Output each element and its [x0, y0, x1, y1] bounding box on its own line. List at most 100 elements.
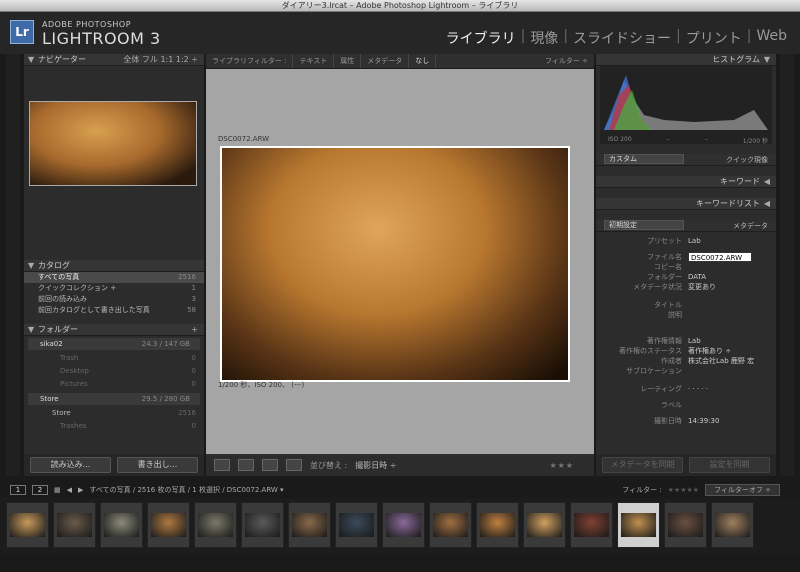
- collapse-triangle-icon: ▼: [28, 55, 35, 64]
- filter-preset-select[interactable]: フィルター ÷: [539, 54, 594, 68]
- brand-line1: ADOBE PHOTOSHOP: [42, 20, 132, 29]
- navigator-zoom-options[interactable]: 全体 フル 1:1 1:2 ÷: [123, 54, 198, 66]
- brand-line2: LIGHTROOM 3: [42, 29, 161, 48]
- navigator-header[interactable]: ▼ ナビゲーター 全体 フル 1:1 1:2 ÷: [24, 54, 204, 66]
- primary-window-button[interactable]: 1: [10, 485, 26, 495]
- module-library[interactable]: ライブラリ: [443, 28, 519, 48]
- sync-settings-button[interactable]: 設定を同期: [689, 457, 770, 473]
- filmstrip-thumbnail[interactable]: [147, 502, 190, 548]
- metadata-row: レーティング · · · · ·: [640, 385, 709, 393]
- metadata-row: 著作権のステータス 著作権あり ÷: [619, 347, 732, 355]
- library-filter-label: ライブラリフィルター :: [206, 54, 294, 68]
- histogram-header[interactable]: ヒストグラム ▼: [596, 54, 776, 66]
- thumbnail-image: [480, 513, 515, 537]
- import-button[interactable]: 読み込み...: [30, 457, 111, 473]
- main-photo[interactable]: [220, 146, 570, 382]
- quick-develop-header[interactable]: カスタム クイック現像: [596, 154, 776, 166]
- metadata-row: 撮影日時 14:39:30: [654, 417, 720, 425]
- metadata-row: コピー名: [654, 263, 682, 271]
- thumbnail-image: [527, 513, 562, 537]
- filter-text[interactable]: テキスト: [293, 54, 335, 68]
- filter-none[interactable]: なし: [409, 54, 437, 68]
- filmstrip-thumbnail[interactable]: [382, 502, 425, 548]
- filter-metadata[interactable]: メタデータ: [361, 54, 410, 68]
- folder-item[interactable]: Store 2516: [24, 407, 204, 420]
- filmstrip-thumbnail[interactable]: [429, 502, 472, 548]
- folders-header[interactable]: ▼ フォルダー +: [24, 324, 204, 336]
- grid-view-button[interactable]: [214, 459, 230, 471]
- source-path[interactable]: すべての写真 / 2516 枚の写真 / 1 枚選択 / DSC0072.ARW…: [89, 485, 283, 495]
- module-develop[interactable]: 現像: [527, 28, 561, 48]
- sync-metadata-button[interactable]: メタデータを同期: [602, 457, 683, 473]
- compare-view-button[interactable]: [262, 459, 278, 471]
- left-panel-toggle[interactable]: [6, 54, 20, 476]
- filmstrip-thumbnail[interactable]: [53, 502, 96, 548]
- filmstrip[interactable]: [0, 498, 800, 554]
- filmstrip-thumbnail[interactable]: [617, 502, 660, 548]
- window-title: ダイアリー3.lrcat – Adobe Photoshop Lightroom…: [281, 1, 519, 10]
- folder-item[interactable]: Pictures 0: [24, 378, 204, 391]
- folder-item[interactable]: Desktop 0: [24, 365, 204, 378]
- metadata-preset[interactable]: 初期設定: [604, 220, 684, 230]
- filmstrip-thumbnail[interactable]: [6, 502, 49, 548]
- catalog-all-photos[interactable]: すべての写真 2516: [24, 272, 204, 283]
- folder-item[interactable]: Trash 0: [24, 352, 204, 365]
- thumbnail-image: [104, 513, 139, 537]
- thumbnail-image: [245, 513, 280, 537]
- filmstrip-thumbnail[interactable]: [476, 502, 519, 548]
- keyword-list-header[interactable]: キーワードリスト ◀: [596, 198, 776, 210]
- volume-sika02[interactable]: sika02 24.3 / 147 GB: [28, 338, 200, 350]
- grid-icon[interactable]: ▦: [54, 486, 61, 494]
- right-panel-toggle[interactable]: [780, 54, 794, 476]
- metadata-header[interactable]: 初期設定 メタデータ: [596, 220, 776, 232]
- secondary-window-button[interactable]: 2: [32, 485, 48, 495]
- thumbnail-image: [339, 513, 374, 537]
- folder-item[interactable]: Trashes 0: [24, 420, 204, 433]
- thumbnail-image: [198, 513, 233, 537]
- quick-develop-preset[interactable]: カスタム: [604, 154, 684, 164]
- filmstrip-thumbnail[interactable]: [335, 502, 378, 548]
- catalog-previous-import[interactable]: 前回の読み込み 3: [24, 294, 204, 305]
- lightroom-logo: Lr: [10, 20, 34, 44]
- thumbnail-image: [57, 513, 92, 537]
- filmstrip-filter-label: フィルター :: [622, 486, 662, 494]
- module-slideshow[interactable]: スライドショー: [570, 28, 674, 48]
- export-button[interactable]: 書き出し...: [117, 457, 198, 473]
- module-print[interactable]: プリント: [683, 28, 745, 48]
- navigator-preview[interactable]: [24, 66, 204, 196]
- catalog-quick-collection[interactable]: クイックコレクション +1: [24, 283, 204, 294]
- rating-stars[interactable]: ★★★: [549, 461, 574, 470]
- filmstrip-filter-select[interactable]: フィルターオフ ÷: [705, 484, 780, 496]
- histogram[interactable]: ISO 200– –1/200 秒: [600, 66, 772, 145]
- thumbnail-image: [10, 513, 45, 537]
- left-panel: ▼ ナビゲーター 全体 フル 1:1 1:2 ÷ ▼ カタログ すべての写真 2516 …: [24, 54, 204, 454]
- volume-store[interactable]: Store 29.5 / 280 GB: [28, 393, 200, 405]
- filmstrip-thumbnail[interactable]: [664, 502, 707, 548]
- filmstrip-thumbnail[interactable]: [523, 502, 566, 548]
- keywording-header[interactable]: キーワード ◀: [596, 176, 776, 188]
- loupe-view[interactable]: ライブラリフィルター : テキスト 属性 メタデータ なし フィルター ÷ DS…: [206, 54, 594, 454]
- filmstrip-thumbnail[interactable]: [194, 502, 237, 548]
- metadata-row: プリセット Lab: [647, 237, 701, 245]
- filter-attribute[interactable]: 属性: [334, 54, 362, 68]
- sort-select[interactable]: 撮影日時 ÷: [355, 460, 396, 471]
- filmstrip-thumbnail[interactable]: [100, 502, 143, 548]
- catalog-previous-export[interactable]: 前回カタログとして書き出した写真 58: [24, 305, 204, 316]
- survey-view-button[interactable]: [286, 459, 302, 471]
- filmstrip-thumbnail[interactable]: [288, 502, 331, 548]
- window-titlebar: ダイアリー3.lrcat – Adobe Photoshop Lightroom…: [0, 0, 800, 12]
- module-picker: ライブラリ | 現像 | スライドショー | プリント | Web: [443, 28, 790, 48]
- filename-field[interactable]: DSC0072.ARW: [688, 252, 752, 262]
- catalog-header[interactable]: ▼ カタログ: [24, 260, 204, 272]
- filmstrip-thumbnail[interactable]: [570, 502, 613, 548]
- loupe-view-button[interactable]: [238, 459, 254, 471]
- back-arrow-icon[interactable]: ◀: [67, 486, 72, 494]
- filmstrip-thumbnail[interactable]: [711, 502, 754, 548]
- add-folder-icon[interactable]: +: [191, 324, 198, 336]
- expand-triangle-icon: ◀: [763, 199, 770, 208]
- right-panel: ヒストグラム ▼ ISO 200– –1/200 秒 カスタム クイック現像 キーワー…: [596, 54, 776, 454]
- filmstrip-thumbnail[interactable]: [241, 502, 284, 548]
- filmstrip-rating-filter[interactable]: ★★★★★: [668, 486, 699, 494]
- module-web[interactable]: Web: [753, 28, 790, 48]
- forward-arrow-icon[interactable]: ▶: [78, 486, 83, 494]
